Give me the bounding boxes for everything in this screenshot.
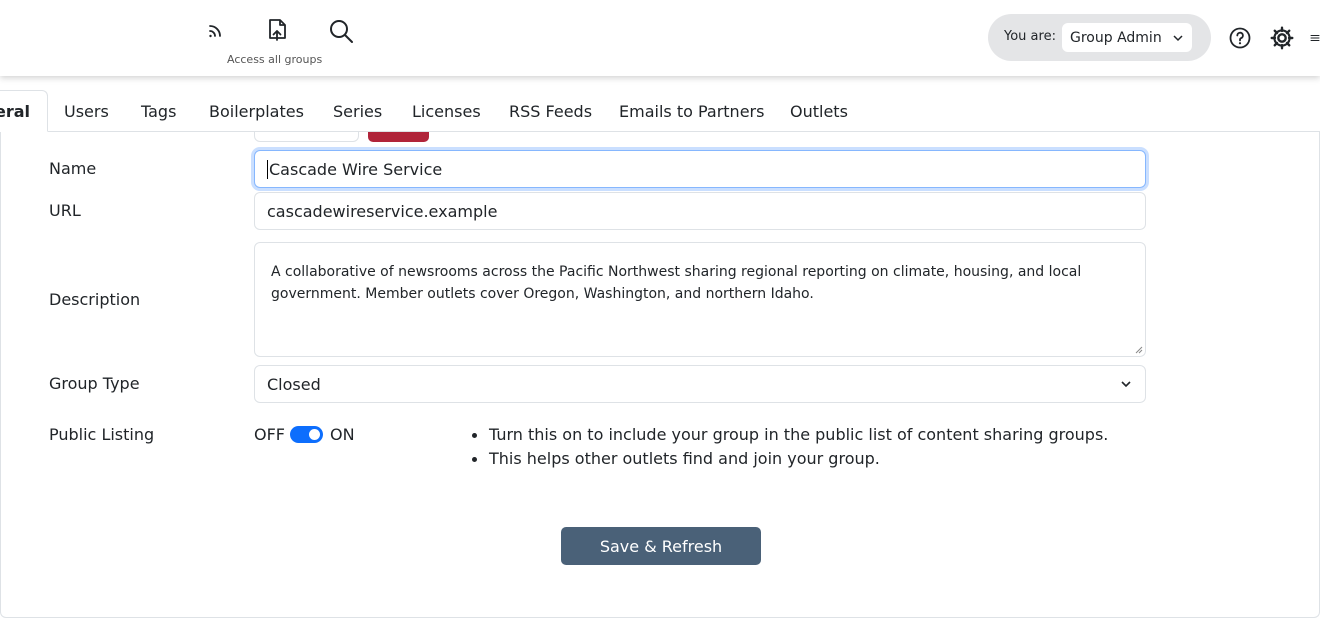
save-refresh-button[interactable]: Save & Refresh — [561, 527, 761, 565]
toggle-off-label: OFF — [254, 425, 285, 444]
public-listing-hints: Turn this on to include your group in th… — [471, 423, 1108, 471]
toggle-on-label: ON — [330, 425, 355, 444]
tab-general[interactable]: General — [0, 90, 48, 132]
tab-boilerplates[interactable]: Boilerplates — [209, 90, 304, 132]
access-all-groups-icon[interactable] — [262, 16, 292, 46]
role-label: You are: — [1004, 29, 1056, 44]
group-type-label: Group Type — [49, 374, 140, 393]
url-value: cascadewireservice.example — [267, 201, 498, 221]
resize-grip-icon[interactable] — [1133, 344, 1143, 354]
search-icon[interactable] — [326, 16, 356, 46]
rss-feed-icon[interactable] — [200, 16, 230, 46]
chevron-down-icon — [1121, 381, 1131, 388]
help-icon[interactable] — [1226, 24, 1254, 52]
name-label: Name — [49, 159, 97, 178]
role-value: Group Admin — [1070, 29, 1162, 46]
menu-icon[interactable] — [1310, 24, 1320, 52]
clipped-button[interactable] — [368, 132, 429, 142]
url-input[interactable]: cascadewireservice.example — [254, 192, 1146, 230]
tab-rss-feeds[interactable]: RSS Feeds — [509, 90, 592, 132]
group-type-select[interactable]: Closed — [254, 365, 1146, 403]
name-value: Cascade Wire Service — [269, 159, 443, 179]
tab-outlets[interactable]: Outlets — [790, 90, 848, 132]
description-label: Description — [49, 290, 141, 309]
text-caret — [267, 159, 268, 179]
tab-series[interactable]: Series — [333, 90, 382, 132]
access-all-groups-label[interactable]: Access all groups — [227, 53, 322, 66]
public-listing-switch[interactable] — [290, 426, 323, 443]
chevron-down-icon — [1173, 34, 1183, 41]
role-switcher: You are: Group Admin — [988, 14, 1211, 61]
description-textarea[interactable]: A collaborative of newsrooms across the … — [254, 242, 1146, 357]
url-label: URL — [49, 201, 81, 220]
group-type-value: Closed — [267, 374, 321, 394]
description-value: A collaborative of newsrooms across the … — [271, 264, 1082, 302]
tab-users[interactable]: Users — [64, 90, 109, 132]
general-settings-panel: Name Cascade Wire Service URL cascadewir… — [0, 132, 1320, 618]
tab-tags[interactable]: Tags — [141, 90, 176, 132]
tab-licenses[interactable]: Licenses — [412, 90, 481, 132]
role-select[interactable]: Group Admin — [1062, 23, 1192, 52]
tab-emails-to-partners[interactable]: Emails to Partners — [619, 90, 764, 132]
top-header: Access all groups You are: Group Admin — [0, 0, 1320, 76]
hint-item: This helps other outlets find and join y… — [471, 447, 1108, 471]
public-listing-toggle-row: OFF ON — [254, 425, 355, 444]
public-listing-label: Public Listing — [49, 425, 155, 444]
settings-tabs: General Users Tags Boilerplates Series L… — [0, 90, 1320, 132]
name-input[interactable]: Cascade Wire Service — [254, 150, 1146, 188]
clipped-field[interactable] — [254, 132, 359, 142]
gear-icon[interactable] — [1268, 24, 1296, 52]
switch-knob — [309, 429, 320, 440]
hint-item: Turn this on to include your group in th… — [471, 423, 1108, 447]
